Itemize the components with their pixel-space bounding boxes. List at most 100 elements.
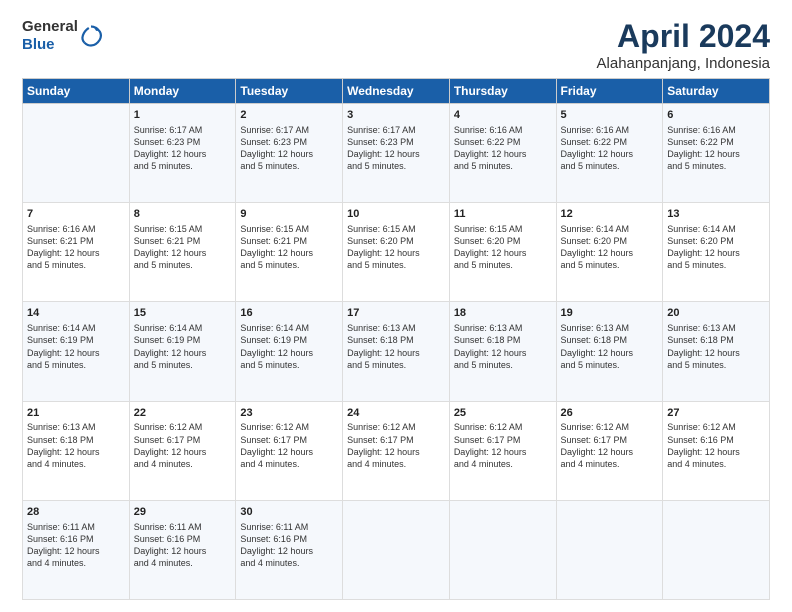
day-number: 2 — [240, 108, 338, 123]
table-row: 13Sunrise: 6:14 AM Sunset: 6:20 PM Dayli… — [663, 203, 770, 302]
day-number: 22 — [134, 406, 232, 421]
day-info: Sunrise: 6:16 AM Sunset: 6:21 PM Dayligh… — [27, 223, 125, 272]
table-row: 5Sunrise: 6:16 AM Sunset: 6:22 PM Daylig… — [556, 104, 663, 203]
table-row: 29Sunrise: 6:11 AM Sunset: 6:16 PM Dayli… — [129, 500, 236, 599]
table-row: 3Sunrise: 6:17 AM Sunset: 6:23 PM Daylig… — [343, 104, 450, 203]
table-row — [663, 500, 770, 599]
day-number: 27 — [667, 406, 765, 421]
day-number: 25 — [454, 406, 552, 421]
day-number: 3 — [347, 108, 445, 123]
day-number: 11 — [454, 207, 552, 222]
day-info: Sunrise: 6:14 AM Sunset: 6:19 PM Dayligh… — [27, 322, 125, 371]
day-number: 12 — [561, 207, 659, 222]
day-info: Sunrise: 6:13 AM Sunset: 6:18 PM Dayligh… — [347, 322, 445, 371]
table-row: 26Sunrise: 6:12 AM Sunset: 6:17 PM Dayli… — [556, 401, 663, 500]
day-number: 4 — [454, 108, 552, 123]
table-row: 6Sunrise: 6:16 AM Sunset: 6:22 PM Daylig… — [663, 104, 770, 203]
day-info: Sunrise: 6:12 AM Sunset: 6:17 PM Dayligh… — [347, 421, 445, 470]
day-number: 6 — [667, 108, 765, 123]
col-thursday: Thursday — [449, 79, 556, 104]
day-info: Sunrise: 6:12 AM Sunset: 6:17 PM Dayligh… — [561, 421, 659, 470]
col-saturday: Saturday — [663, 79, 770, 104]
col-wednesday: Wednesday — [343, 79, 450, 104]
day-info: Sunrise: 6:14 AM Sunset: 6:20 PM Dayligh… — [561, 223, 659, 272]
day-number: 19 — [561, 306, 659, 321]
table-row: 14Sunrise: 6:14 AM Sunset: 6:19 PM Dayli… — [23, 302, 130, 401]
day-number: 18 — [454, 306, 552, 321]
day-info: Sunrise: 6:11 AM Sunset: 6:16 PM Dayligh… — [240, 521, 338, 570]
table-row: 22Sunrise: 6:12 AM Sunset: 6:17 PM Dayli… — [129, 401, 236, 500]
day-number: 5 — [561, 108, 659, 123]
day-info: Sunrise: 6:17 AM Sunset: 6:23 PM Dayligh… — [134, 124, 232, 173]
logo-blue: Blue — [22, 36, 55, 53]
logo-icon — [80, 25, 102, 47]
day-info: Sunrise: 6:13 AM Sunset: 6:18 PM Dayligh… — [454, 322, 552, 371]
day-number: 29 — [134, 505, 232, 520]
day-number: 15 — [134, 306, 232, 321]
title-block: April 2024 Alahanpanjang, Indonesia — [597, 18, 770, 72]
day-number: 14 — [27, 306, 125, 321]
table-row — [449, 500, 556, 599]
calendar-table: Sunday Monday Tuesday Wednesday Thursday… — [22, 78, 770, 600]
day-info: Sunrise: 6:17 AM Sunset: 6:23 PM Dayligh… — [240, 124, 338, 173]
page: General Blue April 2024 Alahanpanjang, I… — [0, 0, 792, 612]
day-number: 24 — [347, 406, 445, 421]
day-info: Sunrise: 6:14 AM Sunset: 6:19 PM Dayligh… — [240, 322, 338, 371]
day-number: 28 — [27, 505, 125, 520]
col-tuesday: Tuesday — [236, 79, 343, 104]
col-sunday: Sunday — [23, 79, 130, 104]
day-info: Sunrise: 6:16 AM Sunset: 6:22 PM Dayligh… — [667, 124, 765, 173]
day-info: Sunrise: 6:12 AM Sunset: 6:16 PM Dayligh… — [667, 421, 765, 470]
day-number: 7 — [27, 207, 125, 222]
col-friday: Friday — [556, 79, 663, 104]
table-row: 20Sunrise: 6:13 AM Sunset: 6:18 PM Dayli… — [663, 302, 770, 401]
table-row: 21Sunrise: 6:13 AM Sunset: 6:18 PM Dayli… — [23, 401, 130, 500]
table-row: 28Sunrise: 6:11 AM Sunset: 6:16 PM Dayli… — [23, 500, 130, 599]
day-number: 20 — [667, 306, 765, 321]
table-row: 4Sunrise: 6:16 AM Sunset: 6:22 PM Daylig… — [449, 104, 556, 203]
day-info: Sunrise: 6:12 AM Sunset: 6:17 PM Dayligh… — [134, 421, 232, 470]
day-info: Sunrise: 6:14 AM Sunset: 6:19 PM Dayligh… — [134, 322, 232, 371]
day-info: Sunrise: 6:14 AM Sunset: 6:20 PM Dayligh… — [667, 223, 765, 272]
logo-text: General Blue — [22, 18, 78, 54]
table-row: 24Sunrise: 6:12 AM Sunset: 6:17 PM Dayli… — [343, 401, 450, 500]
logo: General Blue — [22, 18, 102, 54]
table-row: 27Sunrise: 6:12 AM Sunset: 6:16 PM Dayli… — [663, 401, 770, 500]
day-info: Sunrise: 6:12 AM Sunset: 6:17 PM Dayligh… — [454, 421, 552, 470]
day-info: Sunrise: 6:13 AM Sunset: 6:18 PM Dayligh… — [667, 322, 765, 371]
day-info: Sunrise: 6:11 AM Sunset: 6:16 PM Dayligh… — [27, 521, 125, 570]
table-row: 15Sunrise: 6:14 AM Sunset: 6:19 PM Dayli… — [129, 302, 236, 401]
day-number: 17 — [347, 306, 445, 321]
day-info: Sunrise: 6:16 AM Sunset: 6:22 PM Dayligh… — [561, 124, 659, 173]
table-row: 8Sunrise: 6:15 AM Sunset: 6:21 PM Daylig… — [129, 203, 236, 302]
day-info: Sunrise: 6:16 AM Sunset: 6:22 PM Dayligh… — [454, 124, 552, 173]
day-number: 21 — [27, 406, 125, 421]
table-row: 23Sunrise: 6:12 AM Sunset: 6:17 PM Dayli… — [236, 401, 343, 500]
day-number: 16 — [240, 306, 338, 321]
day-number: 9 — [240, 207, 338, 222]
day-number: 10 — [347, 207, 445, 222]
table-row: 17Sunrise: 6:13 AM Sunset: 6:18 PM Dayli… — [343, 302, 450, 401]
table-row — [343, 500, 450, 599]
day-info: Sunrise: 6:17 AM Sunset: 6:23 PM Dayligh… — [347, 124, 445, 173]
day-info: Sunrise: 6:15 AM Sunset: 6:21 PM Dayligh… — [240, 223, 338, 272]
table-row — [556, 500, 663, 599]
table-row: 30Sunrise: 6:11 AM Sunset: 6:16 PM Dayli… — [236, 500, 343, 599]
table-row: 2Sunrise: 6:17 AM Sunset: 6:23 PM Daylig… — [236, 104, 343, 203]
day-info: Sunrise: 6:12 AM Sunset: 6:17 PM Dayligh… — [240, 421, 338, 470]
table-row: 16Sunrise: 6:14 AM Sunset: 6:19 PM Dayli… — [236, 302, 343, 401]
table-row: 10Sunrise: 6:15 AM Sunset: 6:20 PM Dayli… — [343, 203, 450, 302]
day-info: Sunrise: 6:15 AM Sunset: 6:21 PM Dayligh… — [134, 223, 232, 272]
logo-general: General — [22, 18, 78, 35]
day-info: Sunrise: 6:13 AM Sunset: 6:18 PM Dayligh… — [561, 322, 659, 371]
table-row: 9Sunrise: 6:15 AM Sunset: 6:21 PM Daylig… — [236, 203, 343, 302]
table-row: 11Sunrise: 6:15 AM Sunset: 6:20 PM Dayli… — [449, 203, 556, 302]
table-row: 7Sunrise: 6:16 AM Sunset: 6:21 PM Daylig… — [23, 203, 130, 302]
table-row: 12Sunrise: 6:14 AM Sunset: 6:20 PM Dayli… — [556, 203, 663, 302]
day-number: 30 — [240, 505, 338, 520]
day-info: Sunrise: 6:15 AM Sunset: 6:20 PM Dayligh… — [454, 223, 552, 272]
subtitle: Alahanpanjang, Indonesia — [597, 55, 770, 72]
day-info: Sunrise: 6:15 AM Sunset: 6:20 PM Dayligh… — [347, 223, 445, 272]
table-row: 19Sunrise: 6:13 AM Sunset: 6:18 PM Dayli… — [556, 302, 663, 401]
table-row — [23, 104, 130, 203]
